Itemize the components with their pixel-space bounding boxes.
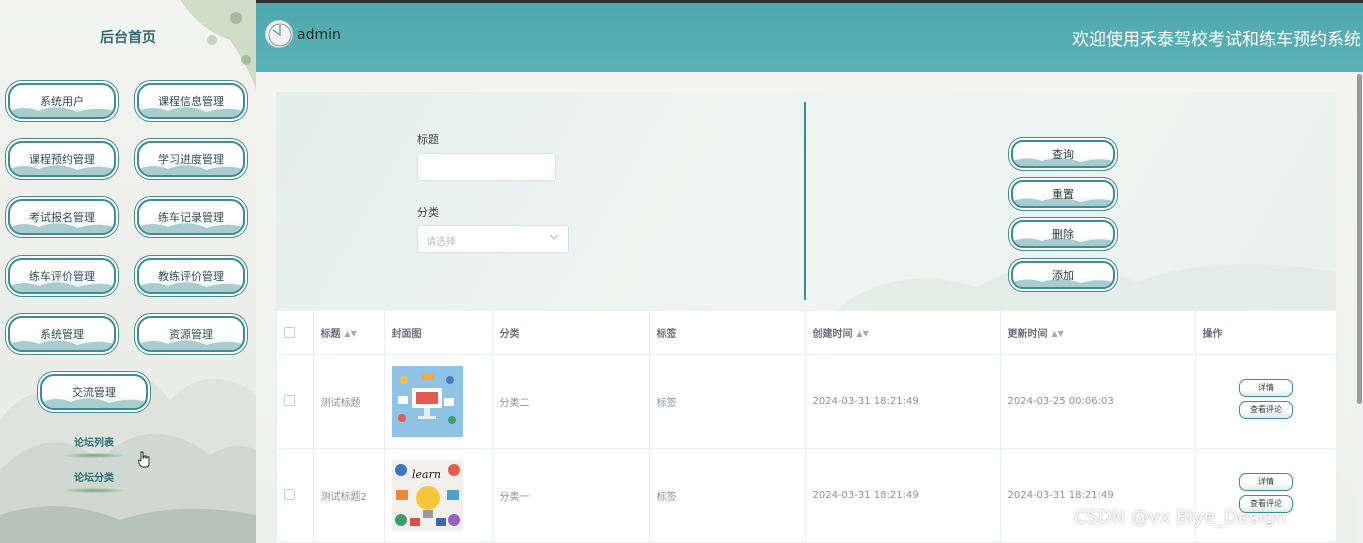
header-category: 分类 — [492, 311, 650, 355]
table-header-row: 标题 ▲▼ 封面图 分类 标签 创建时间 ▲▼ 更新时间 ▲▼ 操作 — [277, 311, 1338, 355]
row-cover: learn — [384, 448, 493, 543]
sort-icon[interactable]: ▲▼ — [1052, 329, 1064, 338]
submenu-forum-category[interactable]: 论坛分类 — [54, 469, 134, 493]
header-tags: 标签 — [649, 311, 806, 355]
cover-image[interactable]: learn — [391, 459, 463, 531]
menu-system-management[interactable]: 系统管理 — [8, 316, 116, 352]
scrollbar-thumb[interactable] — [1357, 74, 1362, 404]
row-cover — [384, 354, 493, 449]
hand-cursor-icon — [138, 451, 150, 468]
username[interactable]: admin — [297, 27, 341, 43]
title-field-label: 标题 — [417, 133, 439, 146]
row-category: 分类二 — [492, 354, 650, 449]
select-all-checkbox[interactable] — [284, 326, 295, 338]
header-cover: 封面图 — [384, 311, 493, 355]
menu-label: 练车评价管理 — [29, 270, 95, 283]
search-panel — [276, 92, 1336, 310]
row-title: 测试标题2 — [313, 448, 385, 543]
menu-label: 练车记录管理 — [158, 211, 224, 224]
header-updated[interactable]: 更新时间 ▲▼ — [1000, 311, 1196, 355]
category-select-placeholder: 请选择 — [426, 237, 456, 248]
menu-coach-reviews[interactable]: 教练评价管理 — [137, 258, 245, 294]
menu-learning-progress[interactable]: 学习进度管理 — [137, 141, 245, 177]
menu-practice-records[interactable]: 练车记录管理 — [137, 199, 245, 235]
reset-button-label: 重置 — [1052, 188, 1074, 201]
menu-label: 学习进度管理 — [158, 153, 224, 166]
svg-text:learn: learn — [412, 468, 441, 481]
menu-label: 课程信息管理 — [158, 95, 224, 108]
sort-icon[interactable]: ▲▼ — [345, 329, 357, 338]
column-tags-label: 标签 — [656, 328, 677, 340]
title-search-input[interactable] — [417, 153, 556, 181]
row-tags: 标签 — [649, 448, 806, 543]
table-row: 测试标题 分类二 标签 2024-03-31 18:21:49 2024-03-… — [277, 354, 1338, 449]
column-ops-label: 操作 — [1202, 328, 1223, 340]
menu-label: 课程预约管理 — [29, 153, 95, 166]
header-select-all[interactable] — [277, 311, 314, 355]
add-button-label: 添加 — [1052, 269, 1074, 282]
row-updated: 2024-03-25 00:06:03 — [1000, 354, 1196, 449]
menu-practice-reviews[interactable]: 练车评价管理 — [8, 258, 116, 294]
menu-course-booking[interactable]: 课程预约管理 — [8, 141, 116, 177]
sidebar-title[interactable]: 后台首页 — [0, 27, 256, 47]
delete-button[interactable]: 删除 — [1011, 220, 1115, 248]
row-category: 分类一 — [492, 448, 650, 543]
chevron-down-icon — [549, 234, 559, 240]
ink-decoration — [836, 263, 1336, 310]
row-tags: 标签 — [649, 354, 806, 449]
category-field-label: 分类 — [417, 206, 439, 219]
brush-decoration — [64, 453, 124, 458]
row-checkbox[interactable] — [284, 489, 295, 501]
column-cover-label: 封面图 — [391, 328, 422, 340]
scrollbar[interactable] — [1356, 72, 1363, 543]
site-title: 欢迎使用禾泰驾校考试和练车预约系统 — [1072, 30, 1361, 50]
reset-button[interactable]: 重置 — [1011, 180, 1115, 208]
submenu-label: 论坛分类 — [74, 473, 114, 484]
sort-icon[interactable]: ▲▼ — [857, 329, 869, 338]
row-checkbox[interactable] — [284, 395, 295, 407]
view-comments-button[interactable]: 查看评论 — [1239, 401, 1293, 419]
header-title[interactable]: 标题 ▲▼ — [313, 311, 385, 355]
submenu-forum-list[interactable]: 论坛列表 — [54, 434, 134, 458]
menu-label: 交流管理 — [72, 386, 116, 399]
row-created: 2024-03-31 18:21:49 — [805, 354, 1001, 449]
row-ops: 详情 查看评论 — [1195, 354, 1338, 449]
cover-image[interactable] — [391, 365, 463, 437]
category-select[interactable]: 请选择 — [417, 225, 569, 253]
panel-divider — [804, 102, 806, 300]
brush-decoration — [64, 488, 124, 493]
detail-button[interactable]: 详情 — [1239, 473, 1293, 491]
avatar[interactable] — [265, 20, 293, 48]
delete-button-label: 删除 — [1052, 228, 1074, 241]
header-ops: 操作 — [1195, 311, 1338, 355]
row-title: 测试标题 — [313, 354, 385, 449]
row-created: 2024-03-31 18:21:49 — [805, 448, 1001, 543]
query-button-label: 查询 — [1052, 148, 1074, 161]
menu-exam-registration[interactable]: 考试报名管理 — [8, 199, 116, 235]
menu-label: 考试报名管理 — [29, 211, 95, 224]
menu-label: 资源管理 — [169, 328, 213, 341]
avatar-icon — [268, 23, 292, 47]
detail-button[interactable]: 详情 — [1239, 379, 1293, 397]
column-title-label: 标题 — [320, 328, 341, 340]
submenu-label: 论坛列表 — [74, 438, 114, 449]
sidebar: 后台首页 系统用户 课程信息管理 课程预约管理 学习进度管理 考试报名管理 练车… — [0, 0, 256, 543]
menu-label: 系统管理 — [40, 328, 84, 341]
query-button[interactable]: 查询 — [1011, 140, 1115, 168]
menu-system-users[interactable]: 系统用户 — [8, 83, 116, 119]
add-button[interactable]: 添加 — [1011, 261, 1115, 289]
header-created[interactable]: 创建时间 ▲▼ — [805, 311, 1001, 355]
menu-label: 教练评价管理 — [158, 270, 224, 283]
menu-course-info[interactable]: 课程信息管理 — [137, 83, 245, 119]
column-created-label: 创建时间 — [812, 328, 853, 340]
column-category-label: 分类 — [499, 328, 520, 340]
menu-communication[interactable]: 交流管理 — [40, 374, 148, 410]
menu-resource-management[interactable]: 资源管理 — [137, 316, 245, 352]
top-header: admin 欢迎使用禾泰驾校考试和练车预约系统 — [256, 0, 1363, 72]
column-updated-label: 更新时间 — [1007, 328, 1048, 340]
menu-label: 系统用户 — [40, 95, 84, 108]
csdn-watermark: CSDN @vx Biye_Design — [1074, 507, 1287, 528]
